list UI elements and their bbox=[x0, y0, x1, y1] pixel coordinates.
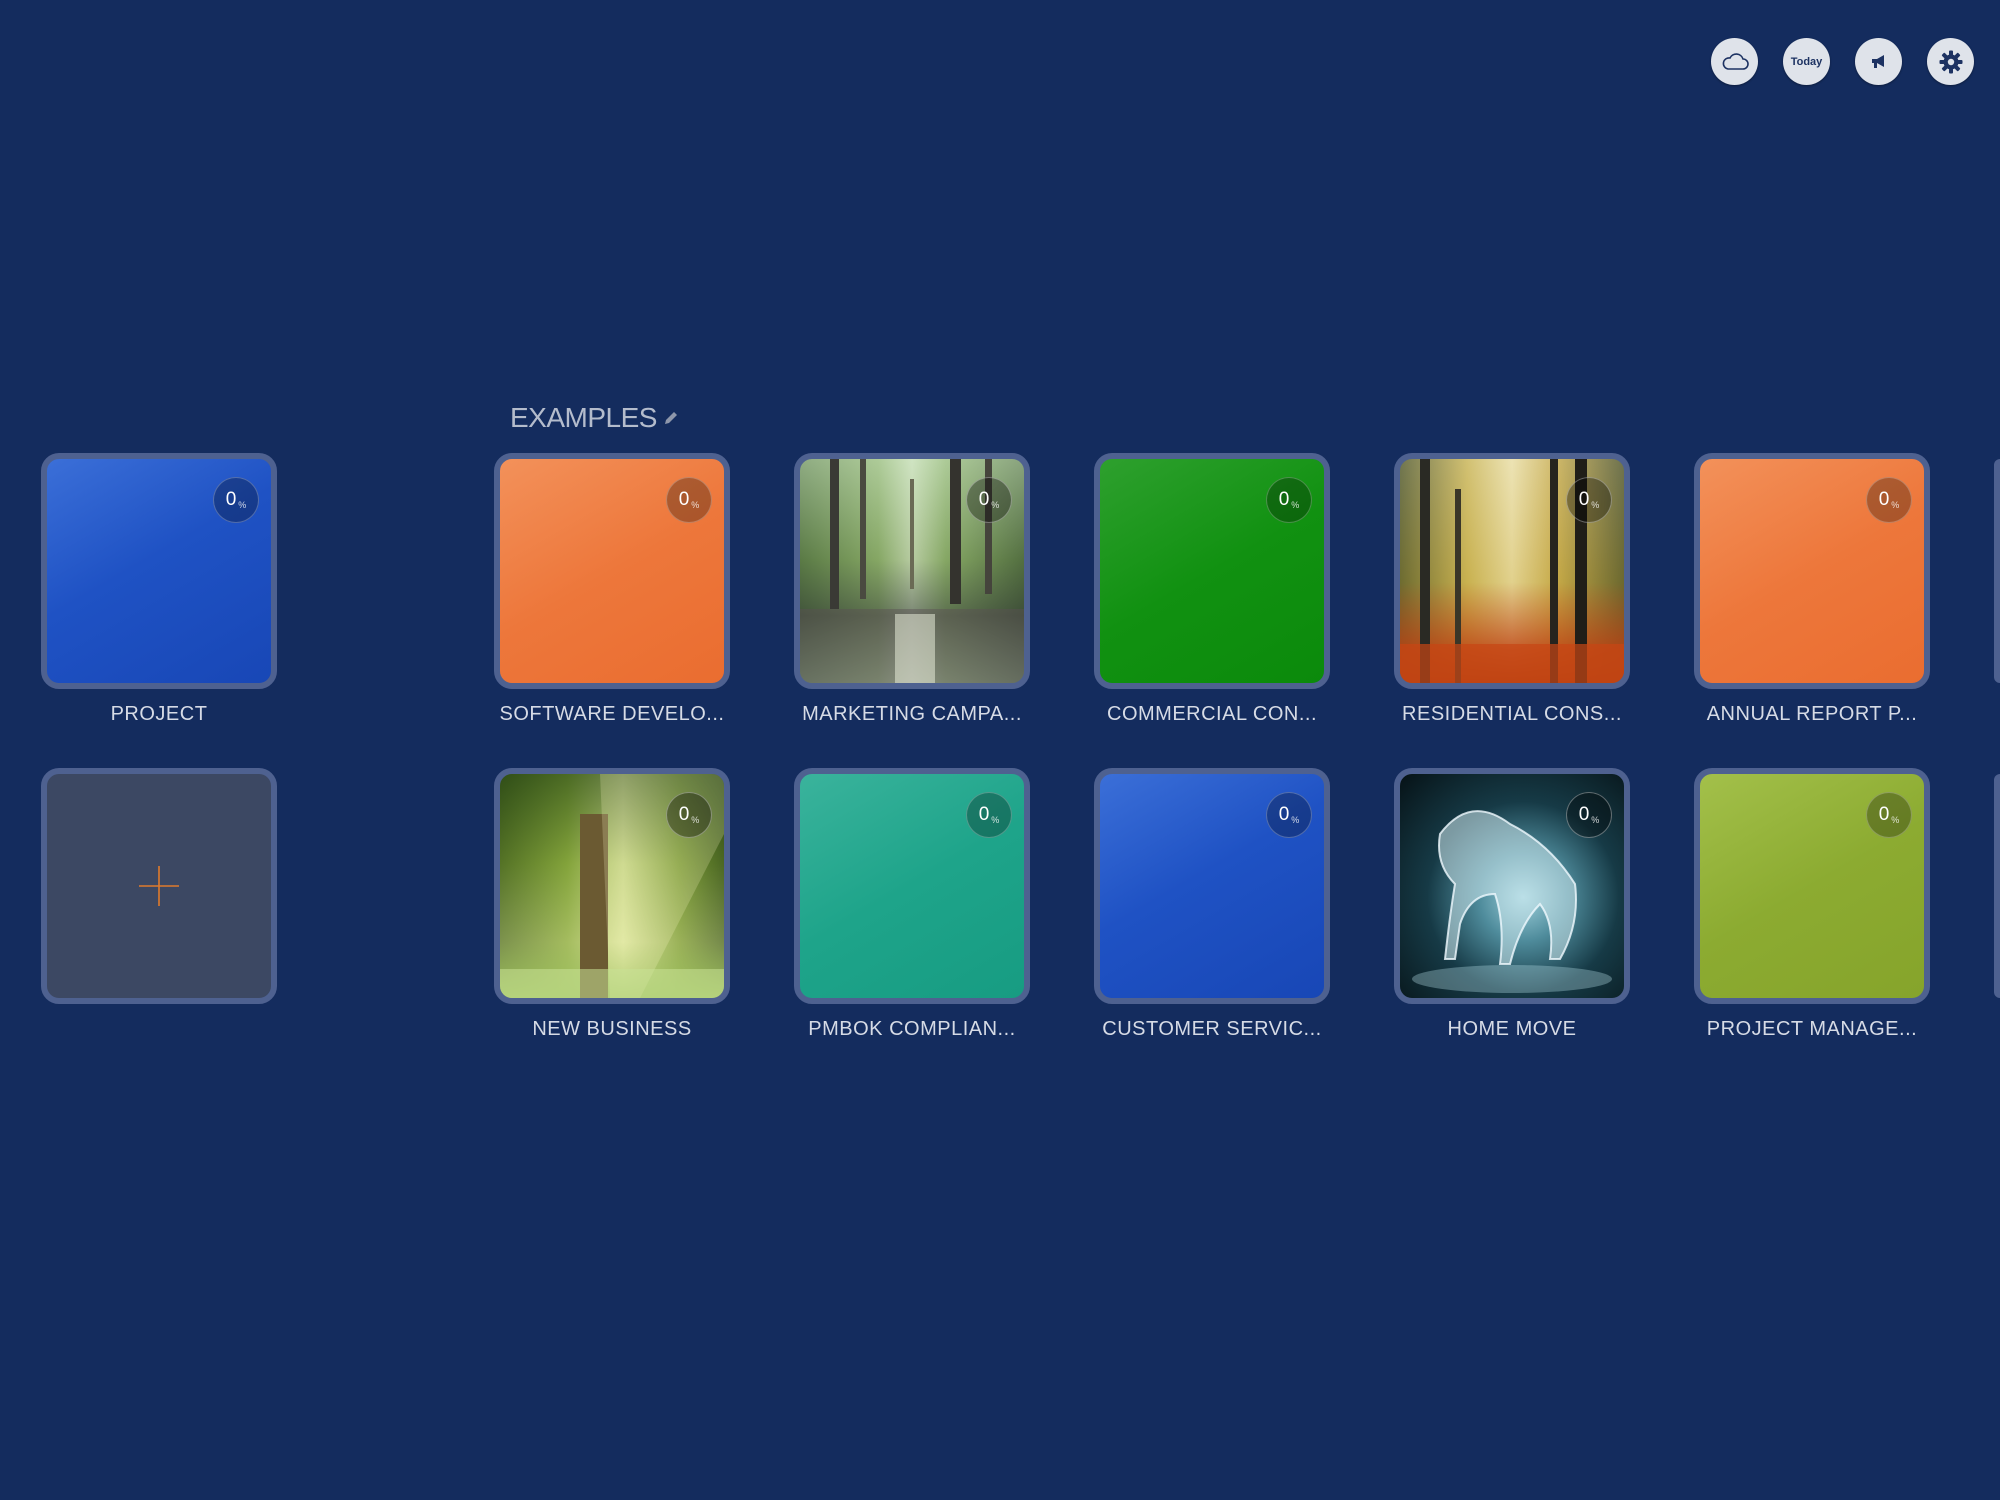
example-tile-cover[interactable]: 0% bbox=[1694, 768, 1930, 1004]
project-tile[interactable]: 0% PROJECT bbox=[41, 453, 277, 726]
progress-badge: 0% bbox=[1266, 477, 1312, 523]
top-toolbar: Today bbox=[1711, 38, 1974, 85]
progress-value: 0 bbox=[225, 489, 237, 510]
example-tile-cover[interactable]: 0% bbox=[1094, 768, 1330, 1004]
example-tile[interactable]: 0% ANNUAL REPORT P... bbox=[1694, 453, 1930, 726]
example-tile-label: SOFTWARE DEVELO... bbox=[499, 703, 725, 725]
example-tile-label: NEW BUSINESS bbox=[532, 1018, 692, 1040]
next-column-edge bbox=[1994, 459, 2000, 683]
progress-value: 0 bbox=[1278, 804, 1290, 825]
progress-value: 0 bbox=[1878, 804, 1890, 825]
progress-unit: % bbox=[991, 814, 1000, 825]
example-tile-label: PMBOK COMPLIAN... bbox=[808, 1018, 1016, 1040]
section-title: EXAMPLES bbox=[510, 402, 657, 433]
progress-unit: % bbox=[1291, 814, 1300, 825]
progress-unit: % bbox=[1591, 499, 1600, 510]
announcements-button[interactable] bbox=[1855, 38, 1902, 85]
progress-badge: 0% bbox=[1866, 477, 1912, 523]
example-tile[interactable]: 0% PROJECT MANAGE... bbox=[1694, 768, 1930, 1041]
progress-value: 0 bbox=[1578, 489, 1590, 510]
progress-value: 0 bbox=[678, 804, 690, 825]
megaphone-icon bbox=[1871, 54, 1884, 68]
example-tile-label: HOME MOVE bbox=[1447, 1018, 1577, 1040]
progress-badge: 0% bbox=[1566, 792, 1612, 838]
progress-unit: % bbox=[1591, 814, 1600, 825]
progress-badge: 0% bbox=[1566, 477, 1612, 523]
example-tile-cover[interactable]: 0% bbox=[494, 453, 730, 689]
example-tile[interactable]: 0% HOME MOVE bbox=[1394, 768, 1630, 1041]
progress-badge: 0% bbox=[666, 792, 712, 838]
progress-unit: % bbox=[991, 499, 1000, 510]
progress-badge: 0% bbox=[966, 792, 1012, 838]
cloud-sync-button[interactable] bbox=[1711, 38, 1758, 85]
progress-unit: % bbox=[1891, 499, 1900, 510]
progress-value: 0 bbox=[1578, 804, 1590, 825]
next-column-edge bbox=[1994, 774, 2000, 998]
example-tile[interactable]: 0% COMMERCIAL CON... bbox=[1094, 453, 1330, 726]
section-header: EXAMPLES bbox=[510, 402, 679, 434]
project-tile-label: PROJECT bbox=[110, 703, 208, 725]
example-tile[interactable]: 0% NEW BUSINESS bbox=[494, 768, 730, 1041]
progress-unit: % bbox=[238, 499, 247, 510]
example-tile-label: MARKETING CAMPA... bbox=[802, 703, 1022, 725]
example-tile[interactable]: 0% PMBOK COMPLIAN... bbox=[794, 768, 1030, 1041]
example-tile-label: CUSTOMER SERVIC... bbox=[1102, 1018, 1322, 1040]
example-tile-cover[interactable]: 0% bbox=[494, 768, 730, 1004]
example-tile-label: ANNUAL REPORT P... bbox=[1706, 703, 1918, 725]
example-tile[interactable]: 0% RESIDENTIAL CONS... bbox=[1394, 453, 1630, 726]
example-tile-cover[interactable]: 0% bbox=[1694, 453, 1930, 689]
example-tile-cover[interactable]: 0% bbox=[794, 768, 1030, 1004]
project-tile-cover[interactable]: 0% bbox=[41, 453, 277, 689]
progress-unit: % bbox=[1891, 814, 1900, 825]
add-project-button[interactable] bbox=[41, 768, 277, 1004]
example-tile-label: PROJECT MANAGE... bbox=[1706, 1018, 1918, 1040]
pencil-icon[interactable] bbox=[663, 410, 679, 426]
progress-value: 0 bbox=[678, 489, 690, 510]
example-tile[interactable]: 0% SOFTWARE DEVELO... bbox=[494, 453, 730, 726]
example-tile[interactable]: 0% MARKETING CAMPA... bbox=[794, 453, 1030, 726]
add-project-tile[interactable] bbox=[41, 768, 277, 1004]
progress-value: 0 bbox=[978, 804, 990, 825]
plus-icon bbox=[139, 866, 179, 906]
today-label: Today bbox=[1790, 55, 1823, 68]
example-tile-label: COMMERCIAL CON... bbox=[1107, 703, 1317, 725]
progress-unit: % bbox=[1291, 499, 1300, 510]
today-button[interactable]: Today bbox=[1783, 38, 1830, 85]
gear-icon bbox=[1939, 50, 1962, 73]
progress-badge: 0% bbox=[1866, 792, 1912, 838]
example-tile-label: RESIDENTIAL CONS... bbox=[1402, 703, 1622, 725]
progress-value: 0 bbox=[978, 489, 990, 510]
progress-value: 0 bbox=[1878, 489, 1890, 510]
progress-badge: 0% bbox=[966, 477, 1012, 523]
progress-badge: 0% bbox=[1266, 792, 1312, 838]
progress-badge: 0% bbox=[666, 477, 712, 523]
progress-unit: % bbox=[691, 814, 700, 825]
example-tile-cover[interactable]: 0% bbox=[1394, 453, 1630, 689]
cloud-icon bbox=[1722, 52, 1749, 70]
progress-unit: % bbox=[691, 499, 700, 510]
example-tile-cover[interactable]: 0% bbox=[794, 453, 1030, 689]
settings-button[interactable] bbox=[1927, 38, 1974, 85]
example-tile-cover[interactable]: 0% bbox=[1394, 768, 1630, 1004]
example-tile[interactable]: 0% CUSTOMER SERVIC... bbox=[1094, 768, 1330, 1041]
progress-badge: 0% bbox=[213, 477, 259, 523]
progress-value: 0 bbox=[1278, 489, 1290, 510]
example-tile-cover[interactable]: 0% bbox=[1094, 453, 1330, 689]
